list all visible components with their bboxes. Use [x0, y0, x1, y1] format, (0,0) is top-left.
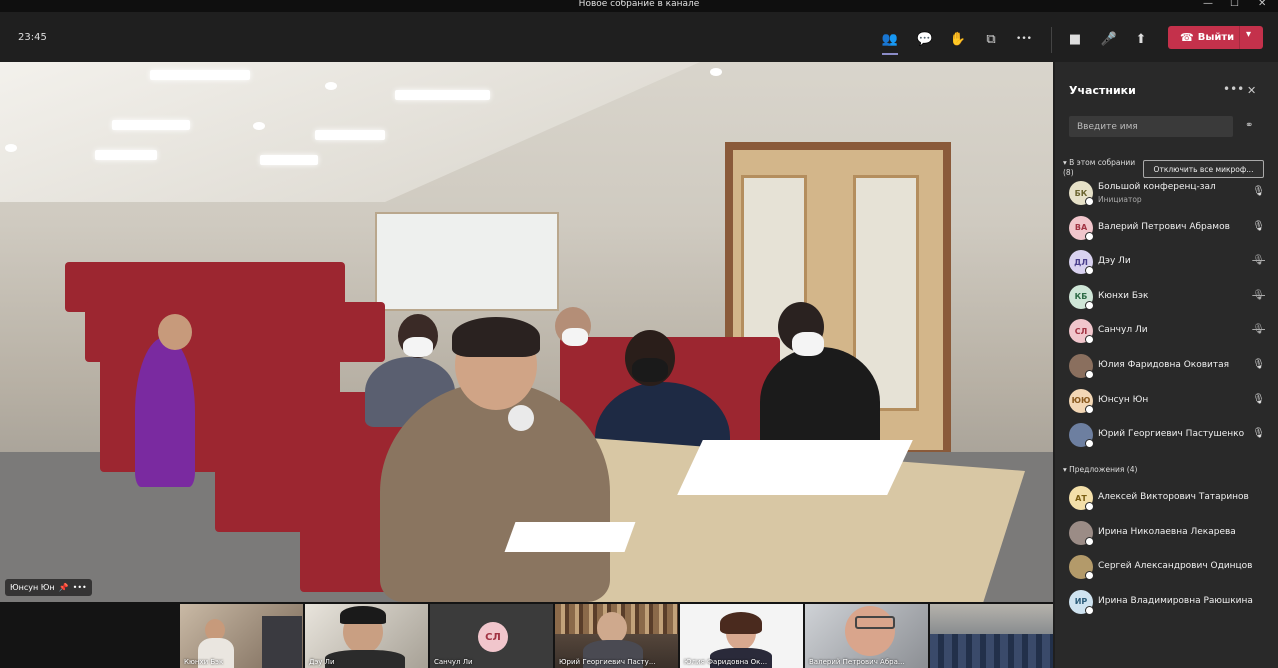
participant-row[interactable]: СЛ Санчул Ли 🎙 — [1069, 316, 1265, 346]
presence-status-icon — [1085, 502, 1094, 511]
maximize-button[interactable]: ☐ — [1230, 0, 1239, 9]
microphone-icon[interactable]: 🎙 — [1252, 394, 1265, 405]
mic-muted-icon[interactable]: 🎙 — [1252, 290, 1265, 301]
in-meeting-label: В этом собрании — [1069, 158, 1136, 167]
chevron-down-icon[interactable]: ▾ — [1246, 29, 1251, 40]
video-tile[interactable]: Юлия Фаридовна Ок... — [680, 604, 803, 668]
share-link-icon[interactable]: ⚭ — [1245, 120, 1253, 131]
participant-row[interactable]: КБ Кюнхи Бэк 🎙 — [1069, 282, 1265, 312]
participant-name: Дэу Ли — [1098, 256, 1131, 267]
participant-name: Ирина Николаевна Лекарева — [1098, 526, 1236, 537]
participant-name: Юлия Фаридовна Оковитая — [1098, 360, 1230, 370]
camera-icon[interactable]: ■ — [1064, 28, 1086, 50]
video-strip: Кюнхи Бэк Дэу Ли СЛ Санчул Ли Юрий Георг… — [0, 602, 1053, 668]
in-meeting-count: (8) — [1063, 168, 1074, 177]
microphone-icon[interactable]: 🎙 — [1252, 221, 1265, 232]
room-window — [375, 212, 559, 311]
presence-status-icon — [1085, 300, 1094, 310]
video-tile[interactable]: Кюнхи Бэк — [180, 604, 303, 668]
minimize-button[interactable]: — — [1203, 0, 1213, 9]
participant-row[interactable]: БК Большой конференц-зал Инициатор 🎙 — [1069, 178, 1265, 208]
participant-row[interactable]: ЮЮ Юнсун Юн 🎙 — [1069, 386, 1265, 416]
pin-icon: 📌 — [58, 583, 69, 592]
in-meeting-section-header[interactable]: ▾ В этом собрании (8) — [1063, 158, 1135, 178]
participant-name: Юрий Георгиевич Пастушенко — [1098, 429, 1245, 440]
suggestions-section-header[interactable]: ▾ Предложения (4) — [1063, 465, 1137, 475]
presence-status-icon — [1085, 404, 1094, 414]
participant-name: Ирина Владимировна Раюшкина — [1098, 595, 1253, 606]
presence-status-icon — [1085, 197, 1094, 206]
panel-close-icon[interactable]: ✕ — [1247, 84, 1256, 97]
presence-status-icon — [1085, 370, 1094, 379]
suggestions-label: Предложения (4) — [1069, 465, 1138, 474]
presence-status-icon — [1085, 439, 1094, 449]
participant-row[interactable]: ВА Валерий Петрович Абрамов 🎙 — [1069, 213, 1265, 243]
participant-row[interactable]: Юлия Фаридовна Оковитая 🎙 — [1069, 351, 1265, 381]
video-tile-name: Дэу Ли — [309, 658, 335, 666]
participant-row[interactable]: Сергей Александрович Одинцов — [1069, 552, 1265, 582]
participant-name: Валерий Петрович Абрамов — [1098, 221, 1230, 232]
video-tile-name: Юлия Фаридовна Ок... — [684, 658, 768, 666]
meeting-toolbar: 23:45 👥 💬 ✋ ⧉ ••• ■ 🎤 ⬆ ☎ Выйти ▾ — [0, 12, 1278, 62]
speaker-name: Юнсун Юн — [10, 583, 55, 592]
microphone-icon[interactable]: 🎤 — [1098, 28, 1120, 50]
mic-muted-icon[interactable]: 🎙 — [1252, 324, 1265, 335]
participants-icon[interactable]: 👥 — [879, 28, 901, 55]
microphone-icon[interactable]: 🎙 — [1252, 359, 1265, 370]
participant-row[interactable]: ИР Ирина Владимировна Раюшкина — [1069, 587, 1265, 617]
video-tile[interactable]: Валерий Петрович Абра... — [805, 604, 928, 668]
participant-name: Кюнхи Бэк — [1098, 290, 1149, 301]
leave-label: Выйти — [1197, 32, 1235, 43]
video-tile-name: Санчул Ли — [434, 658, 473, 666]
participant-row[interactable]: ДЛ Дэу Ли 🎙 — [1069, 247, 1265, 277]
leave-divider — [1239, 26, 1240, 49]
more-options-icon[interactable]: ••• — [73, 583, 87, 592]
video-tile[interactable]: Дэу Ли — [305, 604, 428, 668]
panel-more-icon[interactable]: ••• — [1223, 82, 1244, 96]
microphone-icon[interactable]: 🎙 — [1252, 186, 1265, 197]
participant-name: Санчул Ли — [1098, 325, 1148, 336]
video-tile[interactable]: СЛ Санчул Ли — [430, 604, 553, 668]
presence-status-icon — [1085, 571, 1094, 581]
meeting-timer: 23:45 — [18, 32, 47, 43]
avatar: СЛ — [478, 622, 508, 652]
title-bar: Новое собрание в канале — ☐ ✕ — [0, 0, 1278, 12]
close-window-button[interactable]: ✕ — [1258, 0, 1266, 9]
mute-all-button[interactable]: Отключить все микроф... — [1143, 160, 1264, 178]
presence-status-icon — [1085, 605, 1094, 615]
participant-name: Алексей Викторович Татаринов — [1098, 492, 1249, 502]
participant-role: Инициатор — [1098, 195, 1142, 204]
search-input[interactable] — [1069, 116, 1233, 137]
presence-status-icon — [1085, 536, 1094, 546]
video-tile-name: Кюнхи Бэк — [184, 658, 224, 666]
microphone-icon[interactable]: 🎙 — [1252, 428, 1265, 439]
participant-row[interactable]: Ирина Николаевна Лекарева — [1069, 518, 1265, 548]
video-tile[interactable] — [930, 604, 1053, 668]
presence-status-icon — [1085, 266, 1094, 276]
chat-icon[interactable]: 💬 — [914, 28, 936, 50]
phone-hangup-icon: ☎ — [1180, 31, 1194, 44]
video-tile-name: Юрий Георгиевич Пасту... — [559, 658, 656, 666]
presence-status-icon — [1085, 231, 1094, 241]
participant-row[interactable]: АТ Алексей Викторович Татаринов — [1069, 483, 1265, 513]
leave-button[interactable]: ☎ Выйти ▾ — [1168, 26, 1263, 49]
more-actions-icon[interactable]: ••• — [1013, 28, 1035, 50]
participants-panel: Участники ••• ✕ ⚭ ▾ В этом собрании (8) … — [1055, 62, 1278, 668]
raise-hand-icon[interactable]: ✋ — [947, 28, 969, 50]
panel-title: Участники — [1069, 84, 1136, 97]
mic-muted-icon[interactable]: 🎙 — [1252, 255, 1265, 266]
video-tile-name: Валерий Петрович Абра... — [809, 658, 905, 666]
toolbar-divider — [1051, 27, 1052, 53]
participant-name: Юнсун Юн — [1098, 394, 1149, 405]
speaker-name-tag: Юнсун Юн 📌 ••• — [5, 579, 92, 596]
participant-row[interactable]: Юрий Георгиевич Пастушенко 🎙 — [1069, 420, 1265, 450]
window-title: Новое собрание в канале — [578, 0, 700, 9]
share-screen-icon[interactable]: ⬆ — [1130, 28, 1152, 50]
presence-status-icon — [1085, 335, 1094, 345]
participant-name: Сергей Александрович Одинцов — [1098, 561, 1253, 572]
breakout-rooms-icon[interactable]: ⧉ — [980, 28, 1002, 50]
main-video: Юнсун Юн 📌 ••• — [0, 62, 1053, 602]
participant-name: Большой конференц-зал — [1098, 182, 1216, 192]
video-tile[interactable]: Юрий Георгиевич Пасту... — [555, 604, 678, 668]
